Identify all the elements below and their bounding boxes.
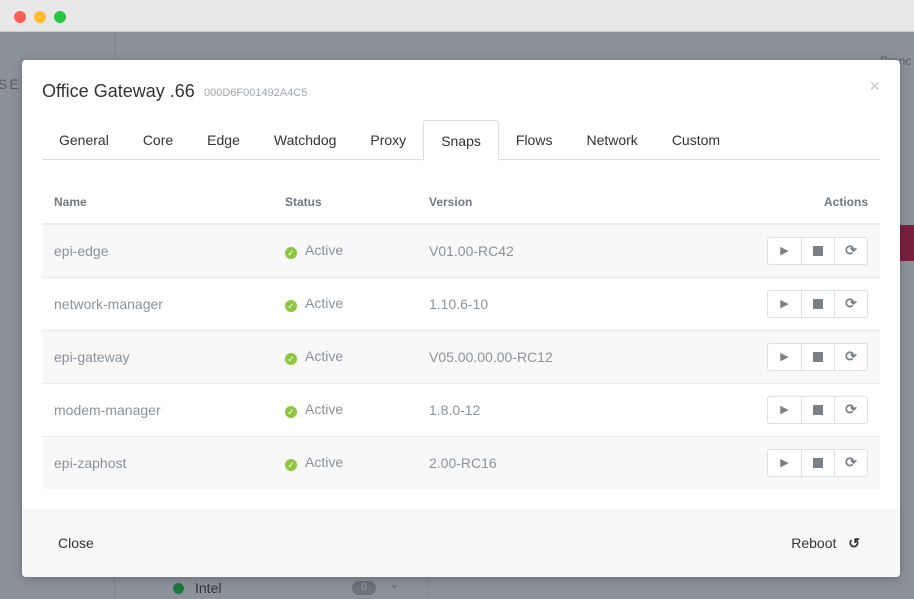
col-header-version: Version: [417, 180, 659, 225]
snap-name: epi-edge: [42, 224, 273, 278]
snap-status: Active: [305, 454, 344, 471]
tab-general[interactable]: General: [42, 120, 126, 160]
snap-status: Active: [305, 401, 344, 417]
tab-network[interactable]: Network: [569, 120, 654, 160]
bg-accent-button: [900, 225, 914, 261]
snap-actions: ▶ ⟳: [658, 224, 880, 278]
snap-version: 1.10.6-10: [417, 277, 659, 331]
col-header-actions: Actions: [658, 180, 880, 225]
modal-footer: Close Reboot ↺: [22, 509, 900, 577]
tab-watchdog[interactable]: Watchdog: [257, 120, 354, 160]
tab-proxy[interactable]: Proxy: [353, 120, 423, 160]
check-circle-icon: ✓: [285, 247, 297, 260]
table-row: modem-manager ✓ Active 1.8.0-12 ▶ ⟳: [42, 383, 880, 437]
bg-list-item[interactable]: Intel: [195, 580, 221, 596]
table-row: epi-gateway ✓ Active V05.00.00.00-RC12 ▶ …: [42, 330, 880, 384]
col-header-name: Name: [42, 180, 273, 225]
reboot-button[interactable]: Reboot ↺: [791, 535, 860, 552]
close-button[interactable]: Close: [58, 535, 94, 551]
snap-name: epi-gateway: [42, 330, 273, 384]
snaps-table: Name Status Version Actions epi-edge ✓ Ac…: [42, 180, 880, 489]
stop-icon[interactable]: [801, 449, 834, 476]
tab-edge[interactable]: Edge: [190, 120, 257, 160]
snap-actions: ▶ ⟳: [658, 330, 880, 384]
snap-name: modem-manager: [42, 383, 273, 437]
snap-actions: ▶ ⟳: [658, 383, 880, 437]
snap-status-cell: ✓ Active: [273, 383, 417, 437]
snap-status: Active: [305, 295, 344, 311]
window-close-button[interactable]: [14, 11, 26, 23]
table-row: epi-edge ✓ Active V01.00-RC42 ▶ ⟳: [42, 224, 880, 278]
stop-icon[interactable]: [801, 290, 834, 317]
device-serial: 000D6F001492A4C5: [204, 87, 308, 99]
refresh-icon[interactable]: ⟳: [834, 290, 867, 317]
snap-version: V05.00.00.00-RC12: [417, 330, 659, 384]
snap-status-cell: ✓ Active: [273, 277, 417, 331]
snap-version: 1.8.0-12: [417, 383, 659, 437]
tab-core[interactable]: Core: [126, 120, 190, 160]
play-icon[interactable]: ▶: [768, 238, 801, 264]
refresh-icon[interactable]: ⟳: [834, 237, 867, 264]
status-dot-icon: [173, 583, 184, 594]
play-icon[interactable]: ▶: [768, 291, 801, 317]
snap-name: epi-zaphost: [42, 436, 273, 489]
tab-bar: General Core Edge Watchdog Proxy Snaps Flows Ne…: [42, 120, 880, 161]
tab-flows[interactable]: Flows: [499, 120, 570, 160]
table-row: network-manager ✓ Active 1.10.6-10 ▶ ⟳: [42, 277, 880, 331]
reboot-icon: ↺: [848, 535, 860, 551]
snap-status: Active: [305, 348, 344, 364]
chevron-down-icon[interactable]: ⌄: [390, 578, 399, 591]
stop-icon[interactable]: [801, 343, 834, 370]
snap-status-cell: ✓ Active: [273, 330, 417, 384]
snap-status-cell: ✓ Active: [273, 436, 417, 489]
reboot-label: Reboot: [791, 535, 837, 551]
refresh-icon[interactable]: ⟳: [834, 396, 867, 423]
modal-title: Office Gateway .66: [42, 81, 195, 101]
window-titlebar: [0, 0, 914, 32]
col-header-status: Status: [273, 180, 417, 225]
play-icon[interactable]: ▶: [768, 397, 801, 423]
window-maximize-button[interactable]: [54, 11, 66, 23]
snap-status: Active: [305, 242, 344, 259]
refresh-icon[interactable]: ⟳: [834, 343, 867, 370]
tab-custom[interactable]: Custom: [655, 120, 737, 160]
window-minimize-button[interactable]: [34, 11, 46, 23]
snap-actions: ▶ ⟳: [658, 277, 880, 331]
stop-icon[interactable]: [801, 396, 834, 423]
snap-actions: ▶ ⟳: [658, 436, 880, 489]
check-circle-icon: ✓: [285, 459, 297, 472]
count-badge: 0: [352, 581, 376, 595]
play-icon[interactable]: ▶: [768, 344, 801, 370]
check-circle-icon: ✓: [285, 300, 297, 312]
check-circle-icon: ✓: [285, 353, 297, 365]
stop-icon[interactable]: [801, 237, 834, 264]
snap-version: V01.00-RC42: [417, 224, 659, 278]
play-icon[interactable]: ▶: [768, 450, 801, 476]
snap-name: network-manager: [42, 277, 273, 331]
check-circle-icon: ✓: [285, 406, 297, 418]
table-row: epi-zaphost ✓ Active 2.00-RC16 ▶ ⟳: [42, 436, 880, 489]
tab-snaps[interactable]: Snaps: [423, 120, 499, 161]
refresh-icon[interactable]: ⟳: [834, 449, 867, 476]
snap-version: 2.00-RC16: [417, 436, 659, 489]
gateway-modal: Office Gateway .66 000D6F001492A4C5 × Ge…: [22, 60, 900, 577]
close-icon[interactable]: ×: [869, 76, 880, 97]
snap-status-cell: ✓ Active: [273, 224, 417, 278]
